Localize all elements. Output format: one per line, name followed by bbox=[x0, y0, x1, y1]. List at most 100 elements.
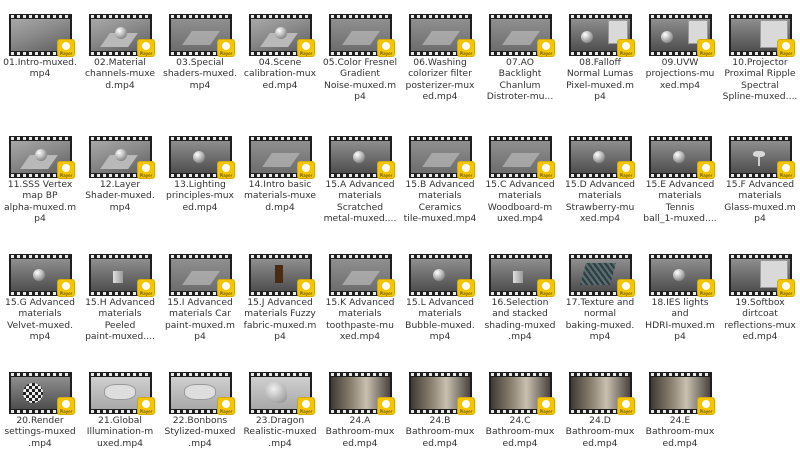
player-badge-icon: Player bbox=[538, 162, 554, 178]
player-badge-icon: Player bbox=[298, 162, 314, 178]
file-name-label: 23.Dragon Realistic-muxed .mp4 bbox=[243, 415, 317, 449]
player-badge-icon: Player bbox=[538, 40, 554, 56]
video-file-item[interactable]: Player 24.C Bathroom-mux ed.mp4 bbox=[480, 358, 560, 476]
video-file-item[interactable]: Player 24.A Bathroom-mux ed.mp4 bbox=[320, 358, 400, 476]
player-badge-icon: Player bbox=[618, 398, 634, 414]
video-file-item[interactable]: Player 15.G Advanced materials Velvet-muxed… bbox=[0, 240, 80, 358]
file-name-label: 15.F Advanced materials Glass-muxed.m p4 bbox=[724, 179, 796, 224]
file-name-label: 24.D Bathroom-mux ed.mp4 bbox=[565, 415, 635, 449]
video-file-item[interactable]: Player 24.B Bathroom-mux ed.mp4 bbox=[400, 358, 480, 476]
player-badge-icon: Player bbox=[218, 162, 234, 178]
file-name-label: 13.Lighting principles-mux ed.mp4 bbox=[166, 179, 234, 213]
file-name-label: 04.Scene calibration-mux ed.mp4 bbox=[243, 57, 317, 91]
video-file-item[interactable]: Player 21.Global Illumination-m uxed.mp4 bbox=[80, 358, 160, 476]
video-file-item[interactable]: Player 06.Washing colorizer filter posteriz… bbox=[400, 0, 480, 118]
file-name-label: 10.Projector Proximal Ripple Spectral Splin… bbox=[722, 57, 798, 102]
file-name-label: 03.Special shaders-muxed. mp4 bbox=[163, 57, 237, 91]
file-name-label: 15.J Advanced materials Fuzzy fabric-muxed… bbox=[243, 297, 317, 342]
file-name-label: 06.Washing colorizer filter posterizer-mux… bbox=[405, 57, 475, 102]
player-badge-icon: Player bbox=[138, 162, 154, 178]
file-name-label: 05.Color Fresnel Gradient Noise-muxed.m p4 bbox=[322, 57, 398, 102]
video-file-item[interactable]: Player 16.Selection and stacked shading-mux… bbox=[480, 240, 560, 358]
player-badge-icon: Player bbox=[698, 280, 714, 296]
video-file-item[interactable]: Player 18.IES lights and HDRI-muxed.m p4 bbox=[640, 240, 720, 358]
video-file-item[interactable]: Player 15.C Advanced materials Woodboard-m u… bbox=[480, 122, 560, 240]
player-badge-icon: Player bbox=[698, 398, 714, 414]
file-name-label: 15.L Advanced materials Bubble-muxed. mp4 bbox=[405, 297, 475, 342]
file-name-label: 15.I Advanced materials Car paint-muxed.m p… bbox=[164, 297, 236, 342]
file-name-label: 24.C Bathroom-mux ed.mp4 bbox=[485, 415, 555, 449]
video-file-item[interactable]: Player 04.Scene calibration-mux ed.mp4 bbox=[240, 0, 320, 118]
video-file-item[interactable]: Player 10.Projector Proximal Ripple Spectra… bbox=[720, 0, 800, 118]
player-badge-icon: Player bbox=[618, 40, 634, 56]
player-badge-icon: Player bbox=[538, 280, 554, 296]
video-file-item[interactable]: Player 12.Layer Shader-muxed. mp4 bbox=[80, 122, 160, 240]
file-name-label: 24.E Bathroom-mux ed.mp4 bbox=[645, 415, 715, 449]
video-file-item[interactable]: Player 24.E Bathroom-mux ed.mp4 bbox=[640, 358, 720, 476]
player-badge-icon: Player bbox=[138, 40, 154, 56]
file-name-label: 17.Texture and normal baking-muxed. mp4 bbox=[565, 297, 635, 342]
video-file-item[interactable]: Player 15.D Advanced materials Strawberry-m… bbox=[560, 122, 640, 240]
player-badge-icon: Player bbox=[58, 398, 74, 414]
file-name-label: 24.A Bathroom-mux ed.mp4 bbox=[325, 415, 395, 449]
video-file-item[interactable]: Player 20.Render settings-muxed .mp4 bbox=[0, 358, 80, 476]
file-name-label: 15.B Advanced materials Ceramics tile-muxed… bbox=[403, 179, 477, 224]
video-file-item[interactable]: Player 11.SSS Vertex map BP alpha-muxed.m p4 bbox=[0, 122, 80, 240]
player-badge-icon: Player bbox=[618, 162, 634, 178]
video-file-item[interactable]: Player 23.Dragon Realistic-muxed .mp4 bbox=[240, 358, 320, 476]
file-name-label: 24.B Bathroom-mux ed.mp4 bbox=[405, 415, 475, 449]
video-file-item[interactable]: Player 15.L Advanced materials Bubble-muxed… bbox=[400, 240, 480, 358]
file-name-label: 12.Layer Shader-muxed. mp4 bbox=[85, 179, 155, 213]
player-badge-icon: Player bbox=[218, 40, 234, 56]
file-name-label: 08.Falloff Normal Lumas Pixel-muxed.m p4 bbox=[566, 57, 634, 102]
player-badge-icon: Player bbox=[298, 280, 314, 296]
file-name-label: 11.SSS Vertex map BP alpha-muxed.m p4 bbox=[3, 179, 77, 224]
video-file-item[interactable]: Player 02.Material channels-muxe d.mp4 bbox=[80, 0, 160, 118]
video-file-item[interactable]: Player 15.K Advanced materials toothpaste-m… bbox=[320, 240, 400, 358]
file-name-label: 22.Bonbons Stylized-muxed .mp4 bbox=[164, 415, 236, 449]
video-file-item[interactable]: Player 05.Color Fresnel Gradient Noise-muxe… bbox=[320, 0, 400, 118]
file-name-label: 02.Material channels-muxe d.mp4 bbox=[84, 57, 156, 91]
player-badge-icon: Player bbox=[618, 280, 634, 296]
video-file-item[interactable]: Player 22.Bonbons Stylized-muxed .mp4 bbox=[160, 358, 240, 476]
player-badge-icon: Player bbox=[58, 40, 74, 56]
file-name-label: 14.Intro basic materials-muxe d.mp4 bbox=[243, 179, 317, 213]
video-file-item[interactable]: Player 03.Special shaders-muxed. mp4 bbox=[160, 0, 240, 118]
file-name-label: 19.Softbox dirtcoat reflections-mux ed.mp4 bbox=[724, 297, 796, 342]
player-badge-icon: Player bbox=[298, 40, 314, 56]
file-name-label: 15.E Advanced materials Tennis ball_1-muxed… bbox=[643, 179, 717, 224]
video-file-item[interactable]: Player 19.Softbox dirtcoat reflections-mux e… bbox=[720, 240, 800, 358]
player-badge-icon: Player bbox=[378, 398, 394, 414]
file-name-label: 07.AO Backlight Chanlum Distroter-mu... bbox=[486, 57, 554, 102]
video-file-item[interactable]: Player 08.Falloff Normal Lumas Pixel-muxed.… bbox=[560, 0, 640, 118]
file-name-label: 15.G Advanced materials Velvet-muxed. mp4 bbox=[4, 297, 76, 342]
video-file-item[interactable]: Player 13.Lighting principles-mux ed.mp4 bbox=[160, 122, 240, 240]
file-name-label: 15.H Advanced materials Peeled paint-muxed.… bbox=[85, 297, 155, 342]
file-name-label: 21.Global Illumination-m uxed.mp4 bbox=[86, 415, 154, 449]
video-file-item[interactable]: Player 15.F Advanced materials Glass-muxed.… bbox=[720, 122, 800, 240]
player-badge-icon: Player bbox=[378, 162, 394, 178]
file-name-label: 20.Render settings-muxed .mp4 bbox=[4, 415, 76, 449]
video-file-item[interactable]: Player 07.AO Backlight Chanlum Distroter-mu.… bbox=[480, 0, 560, 118]
video-file-item[interactable]: Player 15.J Advanced materials Fuzzy fabric… bbox=[240, 240, 320, 358]
player-badge-icon: Player bbox=[458, 40, 474, 56]
video-file-item[interactable]: Player 09.UVW projections-mu xed.mp4 bbox=[640, 0, 720, 118]
player-badge-icon: Player bbox=[458, 398, 474, 414]
video-file-item[interactable]: Player 15.A Advanced materials Scratched met… bbox=[320, 122, 400, 240]
file-name-label: 15.K Advanced materials toothpaste-mu xed.m… bbox=[325, 297, 395, 342]
player-badge-icon: Player bbox=[138, 280, 154, 296]
video-file-item[interactable]: Player 24.D Bathroom-mux ed.mp4 bbox=[560, 358, 640, 476]
player-badge-icon: Player bbox=[778, 162, 794, 178]
file-name-label: 16.Selection and stacked shading-muxed .mp4 bbox=[484, 297, 556, 342]
video-file-item[interactable]: Player 15.E Advanced materials Tennis ball_1… bbox=[640, 122, 720, 240]
video-file-item[interactable]: Player 15.H Advanced materials Peeled paint-… bbox=[80, 240, 160, 358]
player-badge-icon: Player bbox=[58, 280, 74, 296]
video-file-item[interactable]: Player 01.Intro-muxed. mp4 bbox=[0, 0, 80, 118]
file-name-label: 15.D Advanced materials Strawberry-mu xed.m… bbox=[565, 179, 635, 224]
player-badge-icon: Player bbox=[778, 40, 794, 56]
video-file-item[interactable]: Player 15.I Advanced materials Car paint-mu… bbox=[160, 240, 240, 358]
video-file-item[interactable]: Player 17.Texture and normal baking-muxed. m… bbox=[560, 240, 640, 358]
video-file-item[interactable]: Player 14.Intro basic materials-muxe d.mp4 bbox=[240, 122, 320, 240]
video-file-item[interactable]: Player 15.B Advanced materials Ceramics tile… bbox=[400, 122, 480, 240]
player-badge-icon: Player bbox=[538, 398, 554, 414]
